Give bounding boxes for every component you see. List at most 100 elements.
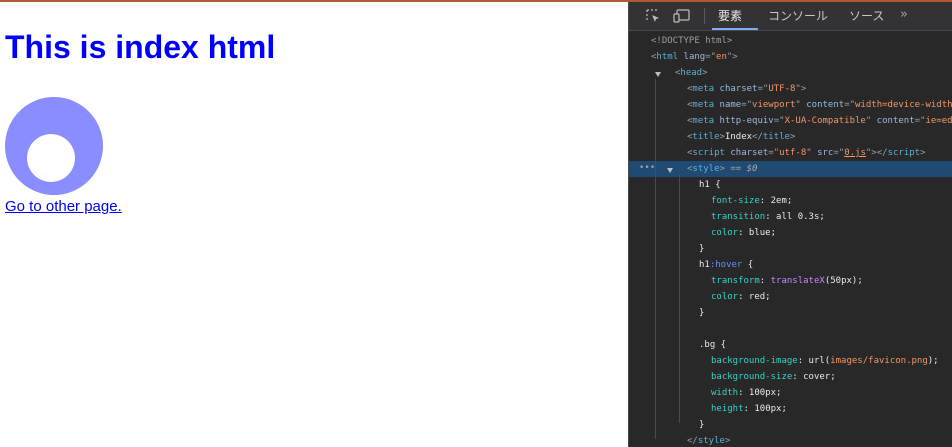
dom-line[interactable]: <head>: [629, 65, 952, 81]
code-token: =": [844, 100, 856, 110]
code-token: : url(: [797, 356, 831, 366]
favicon-ring-image: [4, 97, 103, 195]
code-token: =": [833, 148, 845, 158]
code-token: width: [711, 388, 739, 398]
devtools-toolbar: 要素 コンソール ソース »: [629, 2, 952, 31]
code-token: == $0: [724, 164, 758, 174]
dom-line[interactable]: h1 {: [629, 177, 952, 193]
dom-line[interactable]: .bg {: [629, 337, 952, 353]
code-token: :: [759, 276, 771, 286]
dom-line[interactable]: <meta http-equiv="X-UA-Compatible" conte…: [629, 113, 952, 129]
dom-tree: </head></style>}height: 100px;width: 100…: [629, 31, 952, 447]
code-token: >: [789, 132, 796, 142]
code-token: =": [741, 100, 753, 110]
code-token: X-UA-Compatible: [784, 116, 866, 126]
dom-line[interactable]: <title>Index</title>: [629, 129, 952, 145]
code-token: {: [742, 260, 754, 270]
tab-console[interactable]: コンソール: [768, 8, 828, 24]
tree-guide-head: [655, 79, 656, 439]
code-token: ">: [726, 52, 738, 62]
dom-line[interactable]: </style>: [629, 433, 952, 447]
code-token: script: [692, 148, 725, 158]
dom-line[interactable]: background-image: url(images/favicon.png…: [629, 353, 952, 369]
dom-line[interactable]: <script charset="utf-8" src="0.js"></scr…: [629, 145, 952, 161]
devtools-panel: 要素 コンソール ソース » </head></style>}height: 1…: [628, 2, 952, 447]
code-token: </: [687, 436, 698, 446]
code-token: (50px);: [824, 276, 863, 286]
other-page-link[interactable]: Go to other page.: [5, 198, 122, 215]
dom-line[interactable]: [629, 321, 952, 337]
code-token: 0.js: [844, 148, 866, 158]
expand-style-icon[interactable]: [667, 168, 673, 173]
code-token: ie=edge: [925, 116, 952, 126]
code-token: color: [711, 228, 739, 238]
code-token: title: [762, 132, 790, 142]
dom-line[interactable]: }: [629, 417, 952, 433]
dom-line[interactable]: transition: all 0.3s;: [629, 209, 952, 225]
dom-line[interactable]: h1:hover {: [629, 257, 952, 273]
ring-icon: [4, 97, 103, 195]
code-token: UTF-8: [768, 84, 796, 94]
code-token: : all 0.3s;: [765, 212, 825, 222]
code-token: style: [697, 436, 725, 446]
code-token: : 100px;: [738, 388, 782, 398]
code-token: <!DOCTYPE html>: [651, 36, 733, 46]
code-token: </: [876, 148, 888, 158]
code-token: color: [711, 292, 739, 302]
code-token: background-size: [711, 372, 793, 382]
code-token: content: [871, 116, 915, 126]
active-tab-underline: [712, 28, 758, 30]
page-viewport: This is index html Go to other page.: [0, 2, 628, 447]
expand-head-icon[interactable]: [655, 72, 661, 77]
dom-line[interactable]: font-size: 2em;: [629, 193, 952, 209]
dom-line[interactable]: <meta name="viewport" content="width=dev…: [629, 97, 952, 113]
tab-elements[interactable]: 要素: [718, 8, 742, 24]
dom-line[interactable]: <!DOCTYPE html>: [629, 33, 952, 49]
code-token: }: [699, 420, 705, 430]
code-token: h1: [699, 260, 710, 270]
code-token: .bg {: [699, 340, 727, 350]
dom-line[interactable]: }: [629, 305, 952, 321]
code-token: :hover: [709, 260, 743, 270]
code-token: =": [914, 116, 926, 126]
device-toolbar-icon[interactable]: [673, 9, 691, 23]
element-picker-icon[interactable]: [646, 9, 660, 23]
dom-line[interactable]: height: 100px;: [629, 401, 952, 417]
dom-line[interactable]: color: red;: [629, 289, 952, 305]
chevron-double-right-icon[interactable]: »: [900, 7, 908, 22]
code-token: }: [699, 308, 705, 318]
code-token: >: [724, 436, 731, 446]
code-token: }: [699, 244, 705, 254]
code-token: head: [680, 68, 703, 78]
code-token: transform: [711, 276, 760, 286]
code-token: h1 {: [699, 180, 721, 190]
dom-line[interactable]: color: blue;: [629, 225, 952, 241]
code-token: style: [692, 164, 720, 174]
code-token: translateX: [770, 276, 825, 286]
code-token: height: [711, 404, 744, 414]
toolbar-separator: [704, 8, 705, 24]
tree-guide-style: [679, 175, 680, 423]
code-token: width=device-width,: [855, 100, 952, 110]
code-token: =": [773, 116, 785, 126]
code-token: script: [887, 148, 921, 158]
code-token: src: [811, 148, 834, 158]
dom-line[interactable]: background-size: cover;: [629, 369, 952, 385]
dom-line[interactable]: transform: translateX(50px);: [629, 273, 952, 289]
dom-line[interactable]: width: 100px;: [629, 385, 952, 401]
more-actions-icon[interactable]: •••: [639, 163, 655, 173]
code-token: =": [705, 52, 717, 62]
dom-line[interactable]: <html lang="en">: [629, 49, 952, 65]
code-token: font-size: [711, 196, 760, 206]
code-token: charset: [714, 84, 758, 94]
tab-sources[interactable]: ソース: [849, 8, 884, 24]
code-token: >: [920, 148, 926, 158]
page-heading[interactable]: This is index html: [5, 28, 275, 66]
code-token: http-equiv: [714, 116, 774, 126]
code-token: meta: [692, 84, 715, 94]
dom-line[interactable]: }: [629, 241, 952, 257]
dom-line[interactable]: <style> == $0: [629, 161, 952, 177]
code-token: : 2em;: [759, 196, 793, 206]
code-token: : 100px;: [743, 404, 787, 414]
dom-line[interactable]: <meta charset="UTF-8">: [629, 81, 952, 97]
